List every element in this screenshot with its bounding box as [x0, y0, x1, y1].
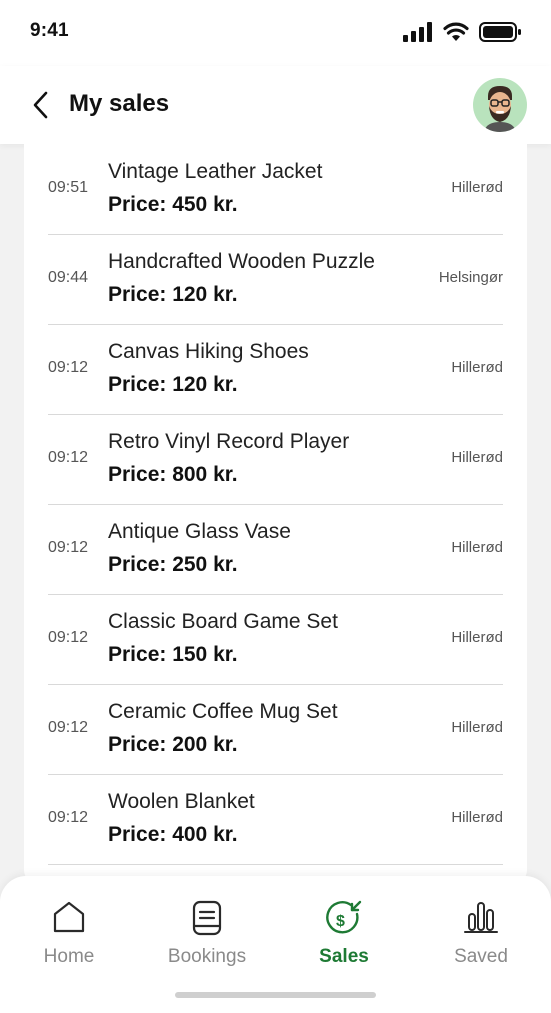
chevron-left-icon [33, 91, 48, 119]
sale-row[interactable]: 09:51 Vintage Leather Jacket Price: 450 … [48, 144, 503, 235]
status-icons [403, 22, 521, 42]
sale-time: 09:12 [48, 539, 89, 556]
profile-avatar-icon [484, 86, 516, 132]
sale-item-name: Handcrafted Wooden Puzzle [108, 250, 375, 273]
sale-location: Hillerød [451, 719, 503, 736]
avatar[interactable] [473, 78, 527, 132]
sale-price: Price: 120 kr. [108, 373, 238, 396]
back-button[interactable] [30, 90, 54, 120]
sale-row[interactable]: 09:12 Classic Board Game Set Price: 150 … [48, 594, 503, 685]
chart-icon [464, 902, 498, 933]
sale-location: Hillerød [451, 629, 503, 646]
sale-time: 09:12 [48, 719, 89, 736]
header: My sales [0, 66, 551, 144]
sale-location: Hillerød [451, 449, 503, 466]
page-title: My sales [69, 90, 170, 117]
status-time: 9:41 [30, 20, 69, 41]
sale-item-name: Antique Glass Vase [108, 520, 291, 543]
sale-price: Price: 200 kr. [108, 733, 238, 756]
sale-price: Price: 250 kr. [108, 553, 238, 576]
tab-sales[interactable]: $ Sales [275, 876, 413, 986]
sale-row[interactable]: 09:12 Ceramic Coffee Mug Set Price: 200 … [48, 684, 503, 775]
sale-time: 09:12 [48, 629, 89, 646]
sale-location: Hillerød [451, 539, 503, 556]
home-icon [53, 901, 85, 933]
sale-item-name: Vintage Leather Jacket [108, 160, 323, 183]
bookings-icon [192, 900, 222, 936]
tab-label: Sales [319, 946, 369, 967]
wifi-icon [443, 22, 469, 41]
sale-price: Price: 400 kr. [108, 823, 238, 846]
sale-item-name: Woolen Blanket [108, 790, 255, 813]
sale-location: Hillerød [451, 179, 503, 196]
tab-home[interactable]: Home [0, 876, 138, 986]
sales-list: 09:51 Vintage Leather Jacket Price: 450 … [24, 144, 527, 884]
sale-location: Helsingør [438, 269, 503, 286]
status-bar: 9:41 [0, 0, 551, 66]
sale-price: Price: 120 kr. [108, 283, 238, 306]
tab-saved[interactable]: Saved [412, 876, 550, 986]
sale-price: Price: 800 kr. [108, 463, 238, 486]
sale-item-name: Retro Vinyl Record Player [108, 430, 350, 453]
sale-row[interactable]: 09:12 Woolen Blanket Price: 400 kr. Hill… [48, 774, 503, 865]
battery-icon [479, 22, 521, 42]
home-indicator [175, 992, 376, 998]
sale-row[interactable]: 09:12 Antique Glass Vase Price: 250 kr. … [48, 504, 503, 595]
sale-time: 09:12 [48, 359, 89, 376]
svg-text:$: $ [336, 913, 345, 930]
tab-bookings[interactable]: Bookings [138, 876, 276, 986]
sale-time: 09:51 [48, 179, 89, 196]
tab-label: Home [43, 946, 95, 967]
sale-item-name: Ceramic Coffee Mug Set [108, 700, 338, 723]
tab-label: Saved [454, 946, 508, 967]
sale-row[interactable]: 09:12 Retro Vinyl Record Player Price: 8… [48, 414, 503, 505]
sale-row[interactable]: 09:44 Handcrafted Wooden Puzzle Price: 1… [48, 234, 503, 325]
sales-icon: $ [326, 900, 362, 934]
sale-row[interactable]: 09:12 Canvas Hiking Shoes Price: 120 kr.… [48, 324, 503, 415]
sale-price: Price: 450 kr. [108, 193, 238, 216]
tab-label: Bookings [167, 946, 247, 967]
sale-time: 09:12 [48, 809, 89, 826]
sale-item-name: Classic Board Game Set [108, 610, 338, 633]
sale-location: Hillerød [451, 809, 503, 826]
sale-location: Hillerød [451, 359, 503, 376]
sale-time: 09:12 [48, 449, 89, 466]
sale-price: Price: 150 kr. [108, 643, 238, 666]
sale-item-name: Canvas Hiking Shoes [108, 340, 309, 363]
sale-time: 09:44 [48, 269, 89, 286]
cellular-signal-icon [403, 22, 432, 42]
